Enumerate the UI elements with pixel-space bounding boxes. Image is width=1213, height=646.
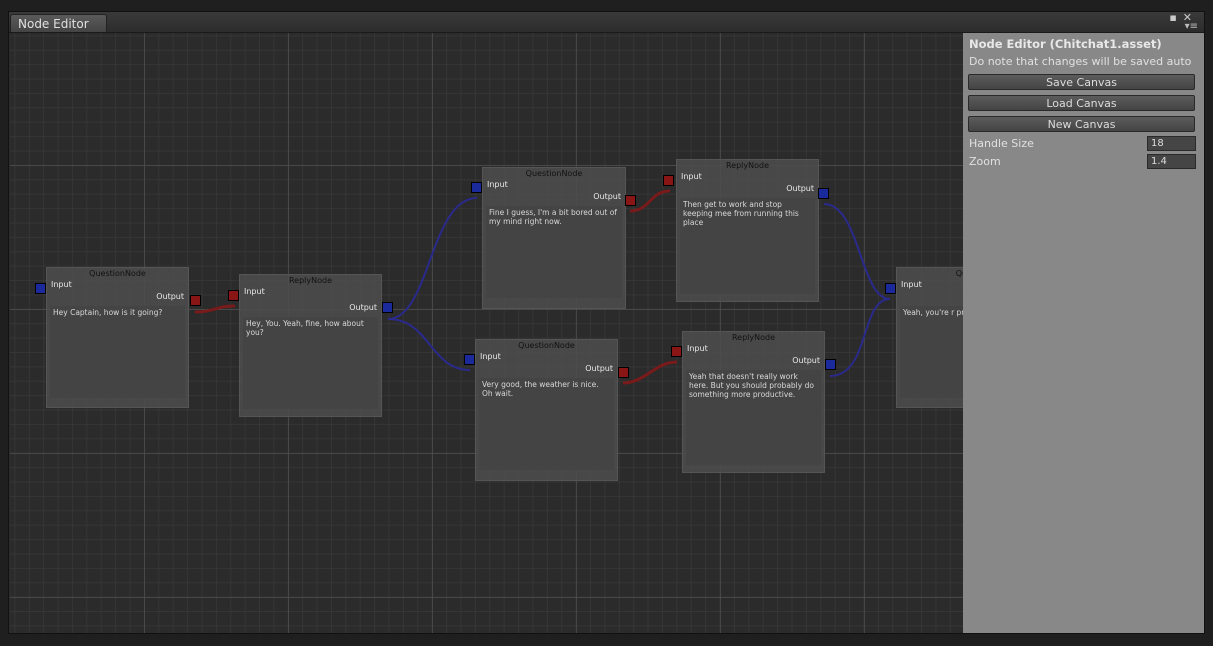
output-label: Output	[585, 364, 613, 373]
side-panel: Node Editor (Chitchat1.asset) Do note th…	[963, 33, 1204, 633]
input-knob[interactable]	[885, 283, 896, 294]
output-label	[897, 291, 963, 303]
output-knob[interactable]	[825, 359, 836, 370]
input-knob[interactable]	[228, 290, 239, 301]
input-knob[interactable]	[471, 182, 482, 193]
output-label: Output	[593, 192, 621, 201]
node-title: ReplyNode	[725, 161, 770, 170]
input-label: Input	[687, 344, 708, 353]
question-node[interactable]: QuestionNode Input Output Very good, the…	[475, 339, 618, 481]
output-label: Output	[156, 292, 184, 301]
input-label: Input	[681, 172, 702, 181]
question-node[interactable]: QuestionNode Input Output Fine I guess, …	[482, 167, 626, 309]
node-text-area[interactable]: Fine I guess, I'm a bit bored out of my …	[486, 206, 622, 298]
input-knob[interactable]	[671, 346, 682, 357]
reply-node[interactable]: ReplyNode Input Output Then get to work …	[676, 159, 819, 302]
input-knob[interactable]	[35, 283, 46, 294]
node-title: QuestionNode	[518, 341, 575, 350]
zoom-label: Zoom	[969, 155, 1001, 168]
question-node[interactable]: Quest Input Yeah, you're r probably get …	[896, 267, 963, 408]
output-knob[interactable]	[625, 195, 636, 206]
connection-r1-q2	[387, 197, 478, 320]
connection-q3-r3	[622, 360, 678, 385]
input-label: Input	[244, 287, 265, 296]
connection-q2-r2	[629, 189, 671, 213]
input-label: Input	[487, 180, 508, 189]
window-menu-icon[interactable]: ▾≡	[1185, 21, 1198, 32]
output-knob[interactable]	[618, 367, 629, 378]
node-title: ReplyNode	[288, 276, 333, 285]
input-knob[interactable]	[663, 175, 674, 186]
input-label: Input	[901, 280, 922, 289]
input-knob[interactable]	[464, 354, 475, 365]
new-canvas-button[interactable]: New Canvas	[968, 116, 1195, 132]
handle-size-field[interactable]: 18	[1147, 136, 1196, 151]
node-text-area[interactable]: Hey Captain, how is it going?	[50, 306, 185, 398]
save-canvas-button[interactable]: Save Canvas	[968, 74, 1195, 90]
connection-q1-r1	[194, 304, 236, 314]
node-title: QuestionNode	[525, 169, 583, 178]
panel-title: Node Editor (Chitchat1.asset)	[969, 37, 1162, 51]
output-label: Output	[786, 184, 814, 193]
node-title: QuestionNode	[89, 269, 146, 278]
question-node[interactable]: QuestionNode Input Output Hey Captain, h…	[46, 267, 189, 408]
node-title: Quest	[955, 269, 963, 278]
tab-node-editor[interactable]: Node Editor	[10, 14, 107, 32]
output-knob[interactable]	[190, 295, 201, 306]
tab-bar: Node Editor ▪✕ ▾≡	[9, 11, 1204, 33]
node-text-area[interactable]: Yeah, you're r probably get go	[900, 306, 963, 398]
output-label: Output	[792, 356, 820, 365]
panel-note: Do note that changes will be saved auto	[969, 55, 1192, 68]
node-text-area[interactable]: Very good, the weather is nice. Oh wait.	[479, 378, 614, 470]
load-canvas-button[interactable]: Load Canvas	[968, 95, 1195, 111]
maximize-icon[interactable]: ▪	[1169, 11, 1182, 24]
input-label: Input	[480, 352, 501, 361]
output-knob[interactable]	[382, 302, 393, 313]
connection-r2-q4	[823, 203, 891, 300]
node-editor-window: Node Editor ▪✕ ▾≡ QuestionNode Input Out…	[8, 11, 1205, 634]
reply-node[interactable]: ReplyNode Input Output Hey, You. Yeah, f…	[239, 274, 382, 417]
connection-r1-q3	[387, 318, 471, 371]
node-text-area[interactable]: Hey, You. Yeah, fine, how about you?	[243, 317, 378, 409]
node-text-area[interactable]: Yeah that doesn't really work here. But …	[686, 370, 821, 465]
connection-r3-q4	[829, 298, 891, 377]
output-knob[interactable]	[818, 188, 829, 199]
zoom-field[interactable]: 1.4	[1147, 154, 1196, 169]
node-canvas[interactable]: QuestionNode Input Output Hey Captain, h…	[10, 33, 963, 633]
node-text-area[interactable]: Then get to work and stop keeping mee fr…	[680, 198, 815, 294]
node-title: ReplyNode	[731, 333, 776, 342]
output-label: Output	[349, 303, 377, 312]
handle-size-label: Handle Size	[969, 137, 1034, 150]
input-label: Input	[51, 280, 72, 289]
reply-node[interactable]: ReplyNode Input Output Yeah that doesn't…	[682, 331, 825, 473]
